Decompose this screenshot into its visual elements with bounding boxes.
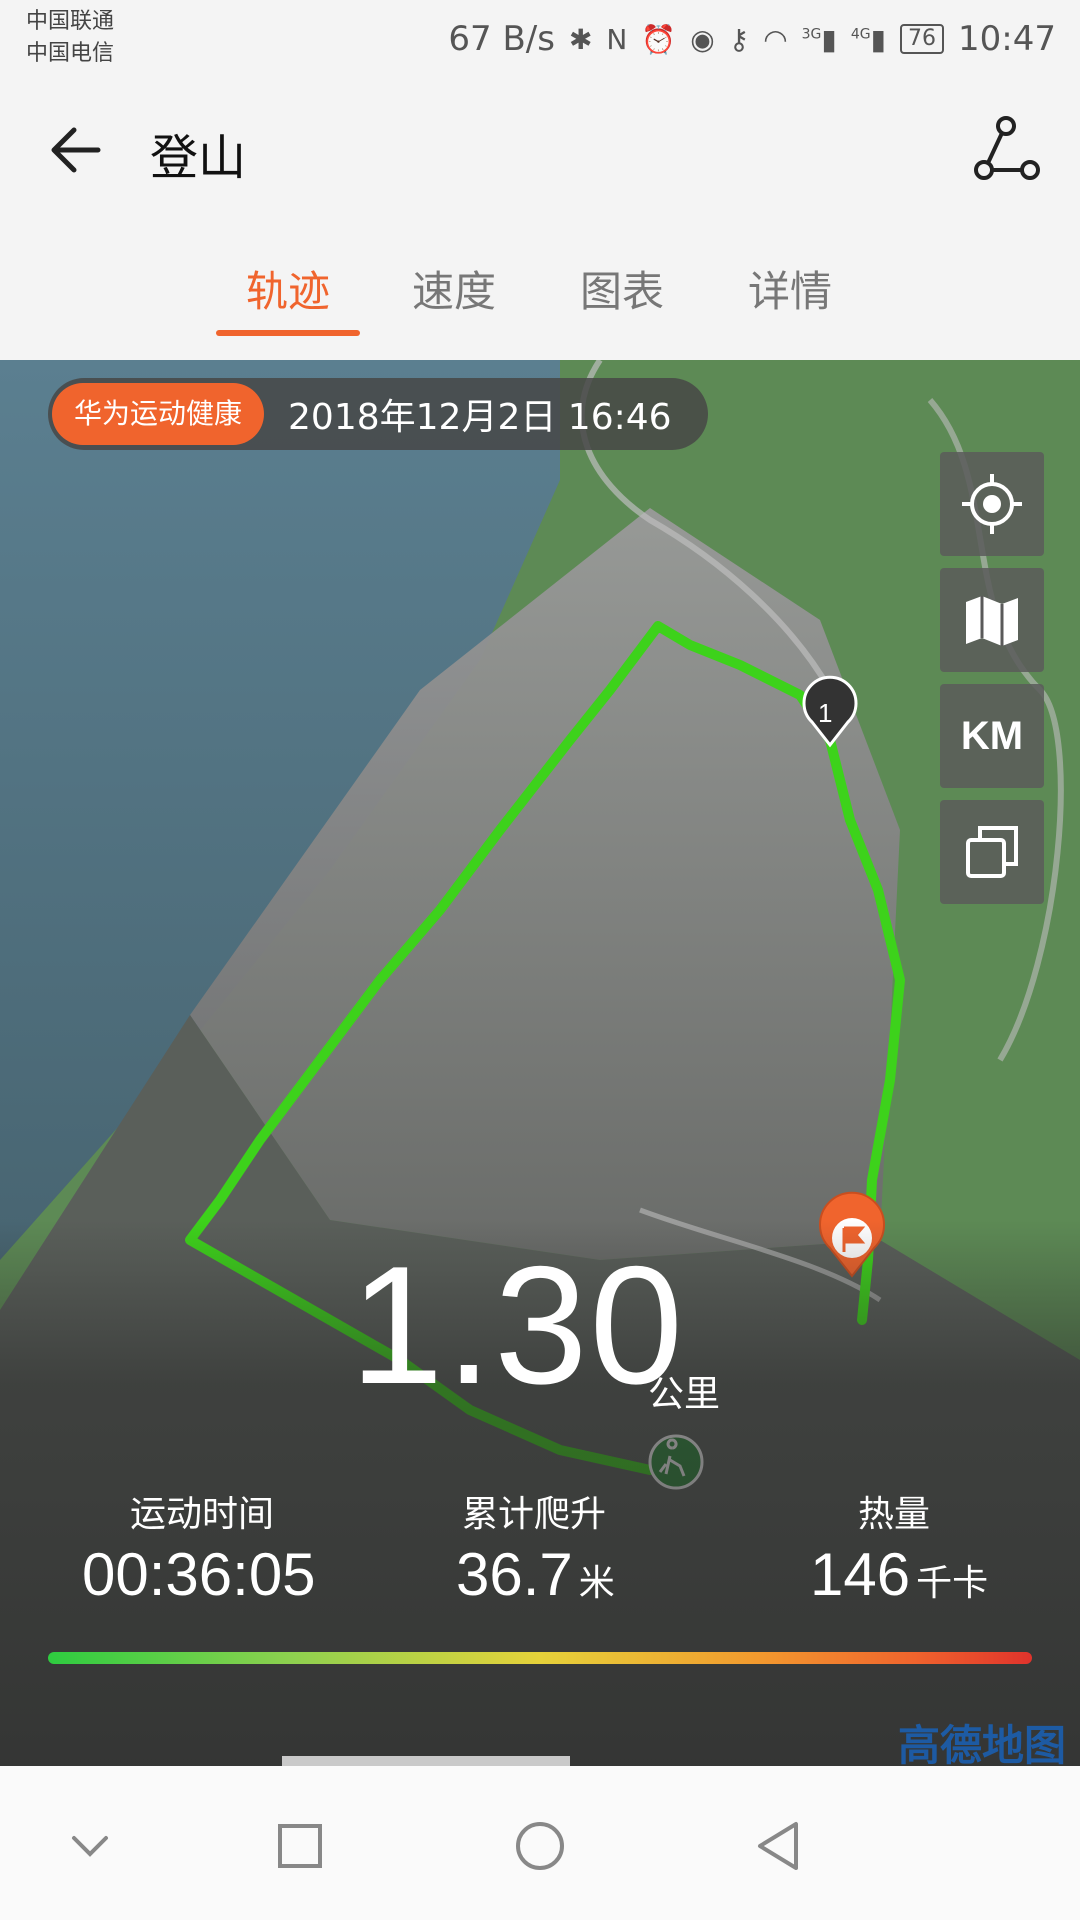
brand-badge: 华为运动健康 [52, 383, 265, 445]
signal-3g-label: 3G [801, 26, 822, 43]
duration-value: 00:36:05 [82, 1541, 316, 1608]
stat-label-ascent: 累计爬升 [462, 1494, 607, 1535]
map-provider-logo: 高德地图 [897, 1721, 1066, 1766]
battery-level: 76 [900, 24, 945, 54]
map-view[interactable]: 华为运动健康 2018年12月2日 16:46 1 KM 1.30 公里 运动时… [0, 360, 1080, 1766]
stat-label-duration: 运动时间 [130, 1494, 275, 1535]
stat-value-duration: 00:36:05 [82, 1540, 316, 1609]
waypoint-label: 1 [818, 698, 833, 728]
scroll-handle[interactable] [282, 1756, 570, 1766]
distance-value: 1.30 [350, 1231, 685, 1419]
locate-icon [962, 474, 1022, 534]
signal-4g-icon: 4G▮ [850, 22, 887, 56]
status-icons: 67 B/s ✱ N ⏰ ◉ ⚷ ◠ 3G▮ 4G▮ 76 10:47 [448, 14, 1056, 64]
signal-3g-icon: 3G▮ [801, 22, 837, 56]
ascent-value: 36.7 [456, 1541, 573, 1608]
tab-chart[interactable]: 图表 [580, 258, 664, 319]
calories-value: 146 [810, 1541, 911, 1608]
tab-bar: 轨迹 速度 图表 详情 [0, 218, 1080, 358]
bluetooth-icon: ✱ [568, 22, 593, 56]
nav-home-icon [516, 1822, 564, 1870]
key-icon: ⚷ [728, 22, 750, 56]
layers-icon [966, 826, 1018, 878]
stat-label-calories: 热量 [858, 1494, 931, 1535]
status-bar: 中国联通 中国电信 67 B/s ✱ N ⏰ ◉ ⚷ ◠ 3G▮ 4G▮ 76 … [0, 0, 1080, 78]
map-style-button[interactable] [940, 568, 1044, 672]
tab-speed[interactable]: 速度 [412, 258, 496, 319]
stat-value-calories: 146 千卡 [810, 1540, 988, 1609]
km-label: KM [960, 713, 1024, 758]
stat-value-ascent: 36.7 米 [456, 1540, 615, 1609]
system-nav-bar [0, 1766, 1080, 1920]
route-icon [974, 116, 1040, 180]
distance-unit: 公里 [648, 1374, 721, 1415]
carrier-2: 中国电信 [26, 41, 115, 66]
nav-recents-icon [278, 1824, 322, 1868]
wifi-icon: ◠ [763, 22, 788, 56]
nav-recents-button[interactable] [260, 1806, 340, 1886]
nfc-icon: N [606, 22, 628, 56]
carrier-1: 中国联通 [26, 9, 115, 34]
nav-back-icon [758, 1822, 798, 1870]
km-button[interactable]: KM [940, 684, 1044, 788]
nav-hide-button[interactable] [50, 1806, 130, 1886]
tab-details[interactable]: 详情 [748, 258, 832, 319]
locate-button[interactable] [940, 452, 1044, 556]
carrier-info: 中国联通 中国电信 [26, 6, 114, 70]
nav-back-button[interactable] [740, 1806, 820, 1886]
map-icon [966, 596, 1018, 646]
nav-hide-icon [72, 1836, 108, 1857]
speed-gradient-bar [48, 1652, 1032, 1664]
net-speed: 67 B/s [448, 19, 555, 59]
back-arrow-icon [51, 127, 101, 173]
tab-underline [216, 330, 360, 336]
layers-button[interactable] [940, 800, 1044, 904]
alarm-icon: ⏰ [641, 22, 677, 56]
nav-home-button[interactable] [500, 1806, 580, 1886]
ascent-unit: 米 [578, 1563, 615, 1604]
status-time: 10:47 [958, 19, 1056, 59]
app-bar: 登山 [0, 78, 1080, 218]
eye-icon: ◉ [690, 22, 715, 56]
tab-track[interactable]: 轨迹 [246, 258, 330, 319]
activity-date-pill: 华为运动健康 2018年12月2日 16:46 [48, 378, 708, 450]
route-button[interactable] [970, 114, 1042, 186]
signal-4g-label: 4G [850, 26, 871, 43]
activity-datetime: 2018年12月2日 16:46 [288, 397, 672, 438]
page-title: 登山 [150, 130, 247, 186]
calories-unit: 千卡 [916, 1563, 989, 1604]
back-button[interactable] [40, 114, 112, 186]
